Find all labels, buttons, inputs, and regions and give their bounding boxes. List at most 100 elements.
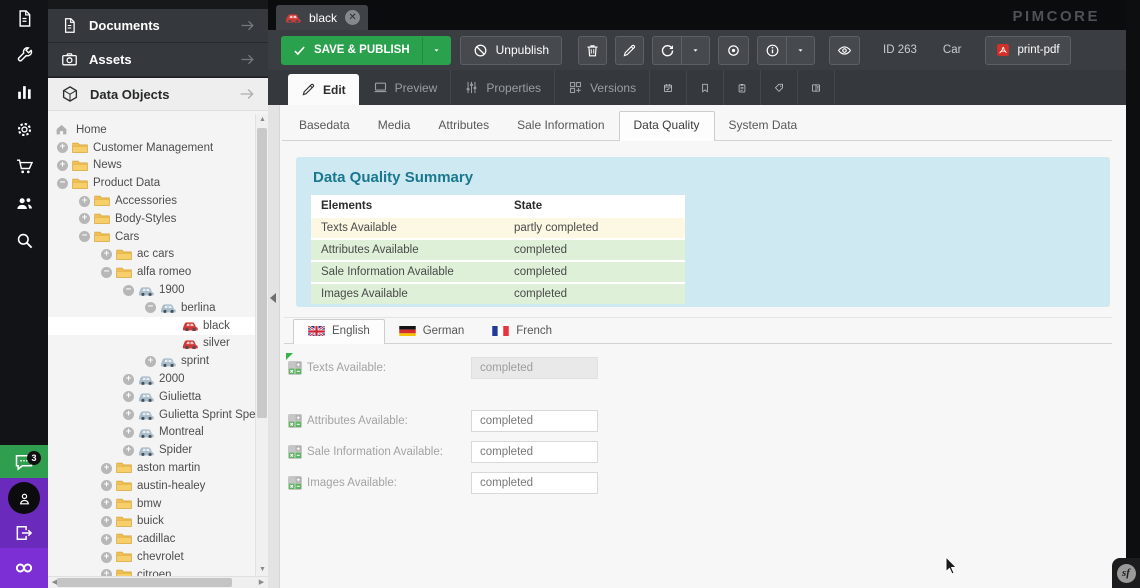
- collapse-minus-icon[interactable]: −: [101, 267, 112, 278]
- accordion-assets[interactable]: Assets: [48, 43, 268, 77]
- tree-node-buick[interactable]: +buick: [48, 513, 255, 531]
- mode-tab-edit[interactable]: Edit: [288, 74, 359, 105]
- collapse-minus-icon[interactable]: −: [79, 231, 90, 242]
- field-input-texts-available[interactable]: [471, 357, 598, 379]
- rail-item-settings[interactable]: [0, 111, 48, 148]
- tree-node-chevrolet[interactable]: +chevrolet: [48, 548, 255, 566]
- expand-plus-icon[interactable]: +: [101, 516, 112, 527]
- tree-expander[interactable]: +: [101, 516, 116, 527]
- collapse-minus-icon[interactable]: −: [145, 302, 156, 313]
- tree-node-berlina[interactable]: −berlina: [48, 299, 255, 317]
- language-tab-german[interactable]: German: [385, 320, 479, 343]
- tree-node-sprint[interactable]: +sprint: [48, 352, 255, 370]
- tree-node-ac-cars[interactable]: +ac cars: [48, 246, 255, 264]
- tree-expander[interactable]: +: [123, 409, 138, 420]
- tree-expander[interactable]: −: [123, 285, 138, 296]
- mode-button-app-logger[interactable]: [798, 70, 835, 105]
- tab-data-quality[interactable]: Data Quality: [619, 111, 715, 141]
- tree-vertical-scrollbar[interactable]: ▲ ▼: [255, 114, 268, 576]
- tree-expander[interactable]: +: [123, 427, 138, 438]
- print-pdf-button[interactable]: print-pdf: [985, 36, 1070, 65]
- tree-node-product-data[interactable]: −Product Data: [48, 174, 255, 192]
- tree-node-alfa-romeo[interactable]: −alfa romeo: [48, 263, 255, 281]
- expand-plus-icon[interactable]: +: [57, 160, 68, 171]
- tree-expander[interactable]: +: [123, 391, 138, 402]
- rail-item-tools[interactable]: [0, 37, 48, 74]
- language-tab-french[interactable]: French: [478, 320, 566, 343]
- delete-button[interactable]: [578, 36, 607, 65]
- tree-node-citroen[interactable]: +citroen: [48, 566, 255, 576]
- symfony-toolbar-badge[interactable]: sf: [1112, 558, 1140, 588]
- tree-node-bmw[interactable]: +bmw: [48, 495, 255, 513]
- tab-attributes[interactable]: Attributes: [424, 112, 503, 140]
- mode-button-notes-events[interactable]: [724, 70, 761, 105]
- tree-expander[interactable]: +: [101, 534, 116, 545]
- language-tab-english[interactable]: English: [293, 319, 385, 344]
- rail-item-reports[interactable]: [0, 74, 48, 111]
- collapse-minus-icon[interactable]: −: [57, 178, 68, 189]
- info-button[interactable]: [758, 37, 786, 64]
- tree-node-silver[interactable]: silver: [48, 335, 255, 353]
- tree-node-gulietta-sprint-specia[interactable]: +Gulietta Sprint Specia: [48, 406, 255, 424]
- rail-item-notifications[interactable]: 3: [0, 445, 48, 478]
- tree-expander[interactable]: +: [101, 569, 116, 576]
- rail-item-documents-rail[interactable]: [0, 0, 48, 37]
- expand-plus-icon[interactable]: +: [57, 142, 68, 153]
- scroll-right-arrow[interactable]: ▶: [255, 577, 268, 588]
- tree-expander[interactable]: +: [123, 374, 138, 385]
- expand-plus-icon[interactable]: +: [123, 409, 134, 420]
- tree-expander[interactable]: +: [57, 142, 72, 153]
- tree-expander[interactable]: +: [79, 213, 94, 224]
- mode-button-tags[interactable]: [761, 70, 798, 105]
- tab-basedata[interactable]: Basedata: [285, 112, 364, 140]
- rail-item-customers[interactable]: [0, 185, 48, 222]
- accordion-data-objects[interactable]: Data Objects: [48, 77, 268, 111]
- tree-expander[interactable]: −: [79, 231, 94, 242]
- expand-plus-icon[interactable]: +: [79, 213, 90, 224]
- expand-plus-icon[interactable]: +: [123, 445, 134, 456]
- expand-plus-icon[interactable]: +: [123, 374, 134, 385]
- field-input-images-available[interactable]: [471, 472, 598, 494]
- tab-object-black[interactable]: black ✕: [276, 5, 368, 30]
- unpublish-button[interactable]: Unpublish: [460, 36, 562, 65]
- tree-node-accessories[interactable]: +Accessories: [48, 192, 255, 210]
- rename-button[interactable]: [615, 36, 644, 65]
- vertical-scroll-thumb[interactable]: [257, 128, 267, 418]
- accordion-documents[interactable]: Documents: [48, 9, 268, 43]
- expand-plus-icon[interactable]: +: [101, 480, 112, 491]
- horizontal-scroll-thumb[interactable]: [57, 578, 232, 587]
- tree-expander[interactable]: −: [57, 178, 72, 189]
- save-options-dropdown[interactable]: [422, 37, 450, 64]
- expand-plus-icon[interactable]: +: [101, 463, 112, 474]
- tree-expander[interactable]: −: [101, 267, 116, 278]
- tree-node-cars[interactable]: −Cars: [48, 228, 255, 246]
- field-input-attributes-available[interactable]: [471, 410, 598, 432]
- collapse-tree-icon[interactable]: [270, 293, 276, 303]
- tree-expander[interactable]: +: [101, 552, 116, 563]
- expand-plus-icon[interactable]: +: [101, 534, 112, 545]
- tree-node-cadillac[interactable]: +cadillac: [48, 530, 255, 548]
- rail-item-pimcore-logo[interactable]: [0, 548, 48, 588]
- save-publish-button[interactable]: SAVE & PUBLISH: [281, 36, 451, 65]
- tree-expander[interactable]: +: [123, 445, 138, 456]
- expand-plus-icon[interactable]: +: [123, 391, 134, 402]
- rail-item-search[interactable]: [0, 222, 48, 259]
- expand-plus-icon[interactable]: +: [101, 552, 112, 563]
- tab-media[interactable]: Media: [364, 112, 425, 140]
- tree-expander[interactable]: +: [145, 356, 160, 367]
- tree-horizontal-scrollbar[interactable]: ◀ ▶: [48, 576, 268, 588]
- mode-button-schedule[interactable]: [650, 70, 687, 105]
- reload-button[interactable]: [653, 37, 681, 64]
- tree-node-black[interactable]: black: [48, 317, 255, 335]
- tree-expander[interactable]: +: [101, 463, 116, 474]
- tree-expander[interactable]: +: [79, 196, 94, 207]
- tree-expander[interactable]: +: [57, 160, 72, 171]
- rail-item-ecommerce[interactable]: [0, 148, 48, 185]
- info-dropdown[interactable]: [786, 37, 814, 64]
- tree-node-aston-martin[interactable]: +aston martin: [48, 459, 255, 477]
- mode-tab-properties[interactable]: Properties: [451, 70, 555, 105]
- tree-node-austin-healey[interactable]: +austin-healey: [48, 477, 255, 495]
- mode-tab-versions[interactable]: Versions: [555, 70, 650, 105]
- expand-plus-icon[interactable]: +: [145, 356, 156, 367]
- locate-in-tree-button[interactable]: [718, 36, 749, 65]
